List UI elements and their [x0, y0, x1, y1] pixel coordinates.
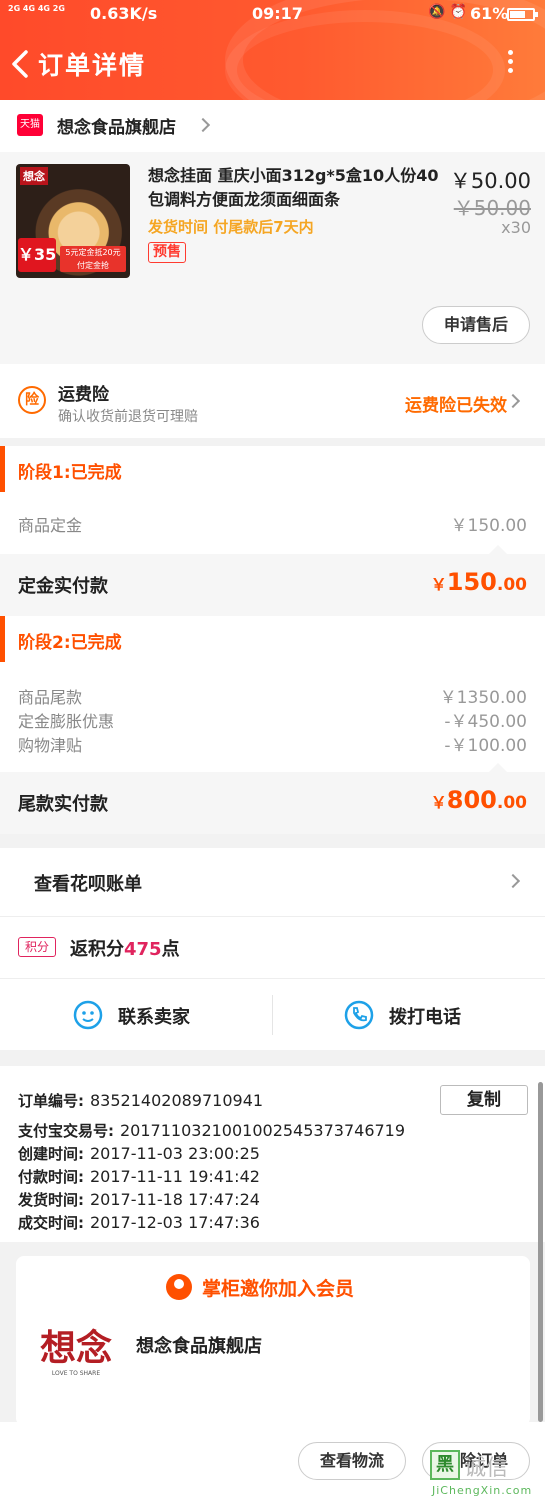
balance-paid-label: 尾款实付款	[18, 794, 108, 815]
deposit-paid-row: 定金实付款 ￥150.00	[0, 554, 545, 616]
status-bar: 2G 4G 4G 2G 0.63K/s 09:17 🔕 ⏰ 61%	[0, 0, 545, 28]
watermark-text: 诚信	[464, 1456, 509, 1481]
network-speed: 0.63K/s	[90, 4, 158, 23]
shopping-allowance-label: 购物津贴	[18, 736, 83, 755]
stage-marker	[0, 616, 5, 662]
tmall-badge: 天猫	[17, 114, 43, 136]
call-phone-label: 拨打电话	[389, 1007, 461, 1028]
stage1-section: 阶段1:已完成 商品定金 ￥150.00 定金实付款 ￥150.00	[0, 446, 545, 616]
order-number: 订单编号: 83521402089710941	[18, 1091, 264, 1110]
battery-icon	[507, 8, 538, 21]
notch	[489, 545, 507, 554]
balance-paid-amount: ￥800.00	[430, 786, 527, 814]
product-quantity: x30	[501, 218, 531, 237]
points-row: 积分 返积分475点	[0, 916, 545, 978]
alipay-trade-number: 支付宝交易号: 2017110321001002545373746719	[18, 1121, 406, 1140]
ship-time: 发货时间 付尾款后7天内	[148, 218, 314, 236]
member-invite-card[interactable]: 掌柜邀你加入会员 想念 LOVE TO SHARE 想念食品旗舰店	[16, 1256, 530, 1426]
shipped-time: 发货时间: 2017-11-18 17:47:24	[18, 1190, 260, 1209]
chevron-right-icon	[505, 393, 521, 409]
deposit-paid-amount: ￥150.00	[430, 568, 527, 596]
completed-time: 成交时间: 2017-12-03 17:47:36	[18, 1213, 260, 1232]
expansion-discount-label: 定金膨胀优惠	[18, 712, 115, 731]
copy-button[interactable]: 复制	[440, 1085, 528, 1115]
store-row[interactable]: 天猫 想念食品旗舰店	[0, 100, 545, 152]
after-sale-button[interactable]: 申请售后	[422, 306, 530, 344]
product-title[interactable]: 想念挂面 重庆小面312g*5盒10人份40包调料方便面龙须面细面条	[148, 164, 448, 212]
watermark-url: JiChengXin.com	[432, 1484, 533, 1497]
original-price: ￥50.00	[453, 196, 531, 220]
chevron-right-icon	[195, 117, 211, 133]
balance-paid-row: 尾款实付款 ￥800.00	[0, 772, 545, 834]
stage2-title: 阶段2:已完成	[18, 633, 122, 653]
product-price: ￥50.00	[449, 169, 531, 193]
chevron-right-icon	[505, 873, 521, 889]
huabei-bill-row[interactable]: 查看花呗账单	[0, 848, 545, 916]
scrollbar[interactable]	[538, 1082, 543, 1422]
contact-row: 联系卖家 拨打电话	[0, 978, 545, 1050]
stage2-section: 阶段2:已完成 商品尾款 ￥1350.00 定金膨胀优惠 -￥450.00 购物…	[0, 616, 545, 834]
insurance-title: 运费险	[58, 385, 109, 405]
app-header: 2G 4G 4G 2G 0.63K/s 09:17 🔕 ⏰ 61% 订单详情	[0, 0, 545, 100]
huabei-bill-label[interactable]: 查看花呗账单	[34, 870, 142, 896]
notch	[489, 763, 507, 772]
created-time: 创建时间: 2017-11-03 23:00:25	[18, 1144, 260, 1163]
expansion-discount-value: -￥450.00	[444, 712, 527, 732]
paid-time: 付款时间: 2017-11-11 19:41:42	[18, 1167, 260, 1186]
insurance-icon: 险	[18, 386, 46, 414]
points-tag: 积分	[18, 937, 56, 957]
alarm-icon: 🔕 ⏰	[428, 4, 468, 20]
product-card[interactable]: 想念 ￥35 5元定金抵20元 付定金抢 想念挂面 重庆小面312g*5盒10人…	[0, 152, 545, 364]
thumb-price: ￥35	[18, 238, 56, 272]
contact-seller-label: 联系卖家	[118, 1007, 190, 1028]
order-info-section: 订单编号: 83521402089710941 复制 支付宝交易号: 2017110…	[0, 1066, 545, 1242]
points-text: 返积分475点	[70, 939, 180, 960]
signal-indicator: 2G 4G 4G 2G	[8, 4, 65, 13]
contact-seller-button[interactable]: 联系卖家	[0, 979, 272, 1051]
deposit-value: ￥150.00	[450, 516, 527, 536]
battery-percent: 61%	[470, 4, 509, 23]
watermark: 黑 诚信 JiChengXin.com	[428, 1448, 542, 1498]
member-icon	[166, 1274, 192, 1300]
clock: 09:17	[252, 4, 303, 23]
stage-marker	[0, 446, 5, 492]
store-name[interactable]: 想念食品旗舰店	[57, 113, 176, 138]
deposit-paid-label: 定金实付款	[18, 576, 108, 597]
watermark-logo: 黑	[430, 1450, 460, 1480]
deposit-label: 商品定金	[18, 516, 83, 535]
phone-icon	[344, 1000, 374, 1030]
member-invite-title[interactable]: 掌柜邀你加入会员	[202, 1274, 354, 1301]
thumb-brand: 想念	[20, 167, 48, 185]
call-phone-button[interactable]: 拨打电话	[273, 979, 545, 1051]
page-title: 订单详情	[38, 51, 147, 80]
more-menu-icon[interactable]	[498, 46, 522, 82]
thumb-promo: 5元定金抵20元 付定金抢	[60, 246, 126, 272]
chat-icon	[73, 1000, 103, 1030]
stage1-title: 阶段1:已完成	[18, 463, 122, 483]
product-thumbnail[interactable]: 想念 ￥35 5元定金抵20元 付定金抢	[16, 164, 130, 278]
balance-value: ￥1350.00	[439, 688, 527, 708]
store-logo: 想念 LOVE TO SHARE	[39, 1327, 112, 1377]
insurance-subtitle: 确认收货前退货可理赔	[58, 409, 198, 425]
view-logistics-button[interactable]: 查看物流	[298, 1442, 406, 1480]
back-arrow-icon[interactable]	[6, 46, 36, 82]
balance-label: 商品尾款	[18, 688, 83, 707]
shopping-allowance-value: -￥100.00	[444, 736, 527, 756]
member-store-name: 想念食品旗舰店	[136, 1336, 262, 1357]
insurance-status: 运费险已失效	[405, 396, 507, 416]
shipping-insurance-row[interactable]: 险 运费险 确认收货前退货可理赔 运费险已失效	[0, 364, 545, 438]
presale-tag: 预售	[148, 242, 186, 263]
